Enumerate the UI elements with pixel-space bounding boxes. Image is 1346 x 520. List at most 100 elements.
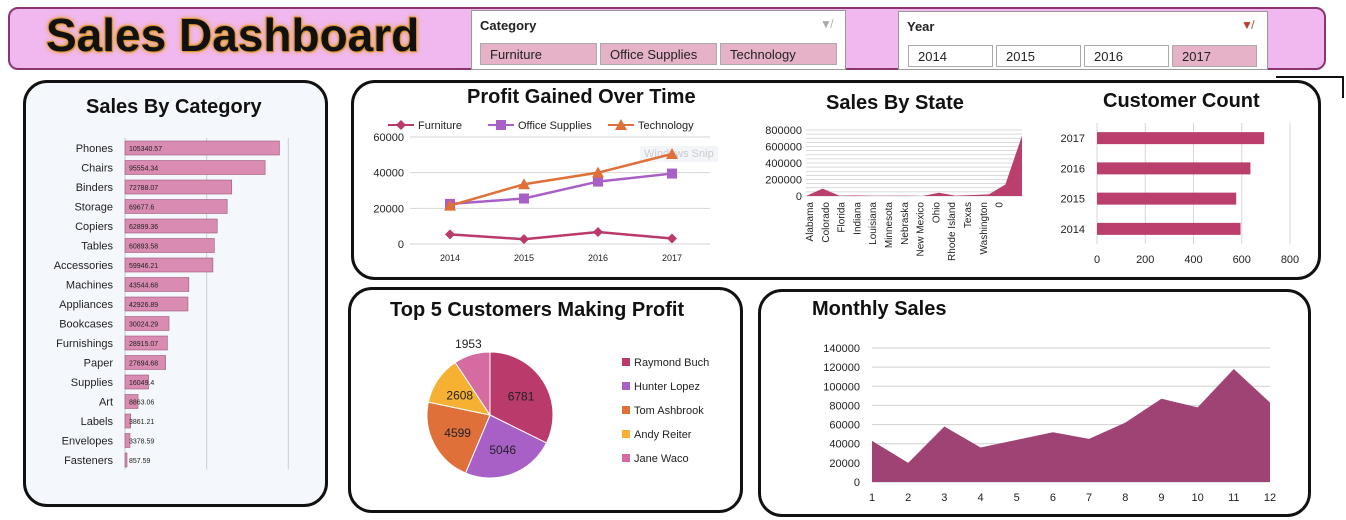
category-bar-value: 72788.07 [129,185,158,192]
category-bar-value: 27694.68 [129,361,158,368]
customer-count-chart: 0 200 400 600 800 2017 2016 2015 2014 [1061,123,1299,266]
legend-label: Jane Waco [634,453,689,465]
y-tick-label: 0 [854,477,860,489]
legend-swatch [622,430,630,438]
sales-by-state-title: Sales By State [826,92,964,114]
x-tick-label: 12 [1264,492,1276,504]
x-tick-label: 9 [1158,492,1164,504]
category-label: Art [99,397,113,409]
y-tick-label: 0 [796,191,802,203]
customer-count-bar [1097,222,1241,235]
legend-swatch [622,358,630,366]
x-tick-label: Ohio [931,202,942,224]
category-label: Supplies [71,377,114,389]
category-bar-value: 3378.59 [129,439,154,446]
category-bar-value: 59946.21 [129,263,158,270]
category-chip-furniture[interactable]: Furniture [480,43,597,65]
x-tick-label: 10 [1192,492,1204,504]
x-tick-label: Florida [837,202,848,233]
y-tick-label: 100000 [823,381,860,393]
category-bar-value: 30024.29 [129,322,158,329]
monthly-sales-chart: 0 20000 40000 60000 80000 100000 120000 140000 1… [823,343,1276,504]
legend-label: Raymond Buch [634,357,709,369]
legend-label: Tom Ashbrook [634,405,704,417]
category-bar-value: 3861.21 [129,419,154,426]
y-tick-label: 20000 [829,458,860,470]
x-tick-label: 2017 [662,253,682,263]
x-tick-label: 0 [995,202,1006,208]
year-chip-2015[interactable]: 2015 [996,45,1081,67]
data-point [445,229,455,240]
category-label: Accessories [54,260,114,272]
category-label: Furnishings [56,338,113,350]
y-tick-label: 400000 [765,158,802,170]
x-tick-label: 800 [1281,254,1299,266]
category-label: Bookcases [59,319,113,331]
top-customers-title: Top 5 Customers Making Profit [390,299,685,321]
y-tick-label: 200000 [765,175,802,187]
clear-filter-icon[interactable]: ▼̸ [1241,18,1253,32]
legend-marker [396,120,406,130]
category-chip-office-supplies[interactable]: Office Supplies [600,43,717,65]
category-bar-value: 69677.6 [129,205,154,212]
x-tick-label: 2015 [514,253,534,263]
x-tick-label: 1 [869,492,875,504]
x-tick-label: Rhode Island [947,202,958,261]
y-tick-label: 2016 [1061,163,1085,175]
category-chip-technology[interactable]: Technology [720,43,837,65]
year-slicer-title: Year [907,19,935,34]
sales-by-state-chart: 0 200000 400000 600000 800000 Alabama Colorado… [765,125,1022,261]
top-customers-chart: 6781 5046 4599 2608 1953 Raymond Buch Hunter L… [426,337,709,479]
x-tick-label: 3 [941,492,947,504]
category-label: Appliances [59,299,113,311]
y-tick-label: 60000 [373,132,404,144]
clear-filter-icon[interactable]: ▼̸ [820,17,832,31]
category-label: Fasteners [64,455,113,467]
pie-slice-label: 2608 [446,388,473,402]
category-bar-value: 105340.57 [129,146,162,153]
category-bar [124,452,128,468]
x-tick-label: Louisiana [868,202,879,245]
x-tick-label: 2014 [440,253,460,263]
x-tick-label: Alabama [805,202,816,242]
legend-label: Office Supplies [518,120,592,132]
customer-count-bar [1097,192,1237,205]
y-tick-label: 40000 [373,168,404,180]
y-tick-label: 2014 [1061,224,1085,236]
series-line [449,230,673,241]
legend-swatch [622,454,630,462]
customer-count-title: Customer Count [1103,90,1260,112]
category-bar-value: 43544.68 [129,283,158,290]
y-tick-label: 40000 [829,439,860,451]
year-chip-2014[interactable]: 2014 [908,45,993,67]
legend-swatch [622,406,630,414]
dashboard-title: Sales Dashboard [46,9,420,61]
category-label: Phones [76,143,114,155]
y-tick-label: 20000 [373,203,404,215]
x-tick-label: Indiana [852,202,863,235]
category-bar-value: 8863.06 [129,400,154,407]
y-tick-label: 2017 [1061,133,1085,145]
category-slicer[interactable]: Category ▼̸ Furniture Office Supplies Te… [471,10,846,70]
x-tick-label: Washington [979,202,990,254]
year-chip-2017[interactable]: 2017 [1172,45,1257,67]
legend-label: Andy Reiter [634,429,692,441]
customer-count-bar [1097,162,1251,175]
data-point [593,227,603,238]
pie-slice-label: 1953 [455,337,482,351]
sales-by-category-chart: Phones 105340.57 Chairs 95554.34 Binders 7278… [54,138,289,470]
category-bar-value: 95554.34 [129,166,158,173]
y-tick-label: 120000 [823,362,860,374]
x-tick-label: 600 [1233,254,1251,266]
category-label: Binders [76,182,114,194]
y-tick-label: 800000 [765,125,802,137]
x-tick-label: 7 [1086,492,1092,504]
state-sales-area [806,135,1022,196]
legend-swatch [622,382,630,390]
year-slicer[interactable]: Year ▼̸ 2014 2015 2016 2017 [898,11,1268,70]
series-line [449,152,673,207]
y-tick-label: 0 [398,239,404,251]
selection-marker [1276,76,1344,98]
pie-slice-label: 6781 [508,390,535,404]
year-chip-2016[interactable]: 2016 [1084,45,1169,67]
